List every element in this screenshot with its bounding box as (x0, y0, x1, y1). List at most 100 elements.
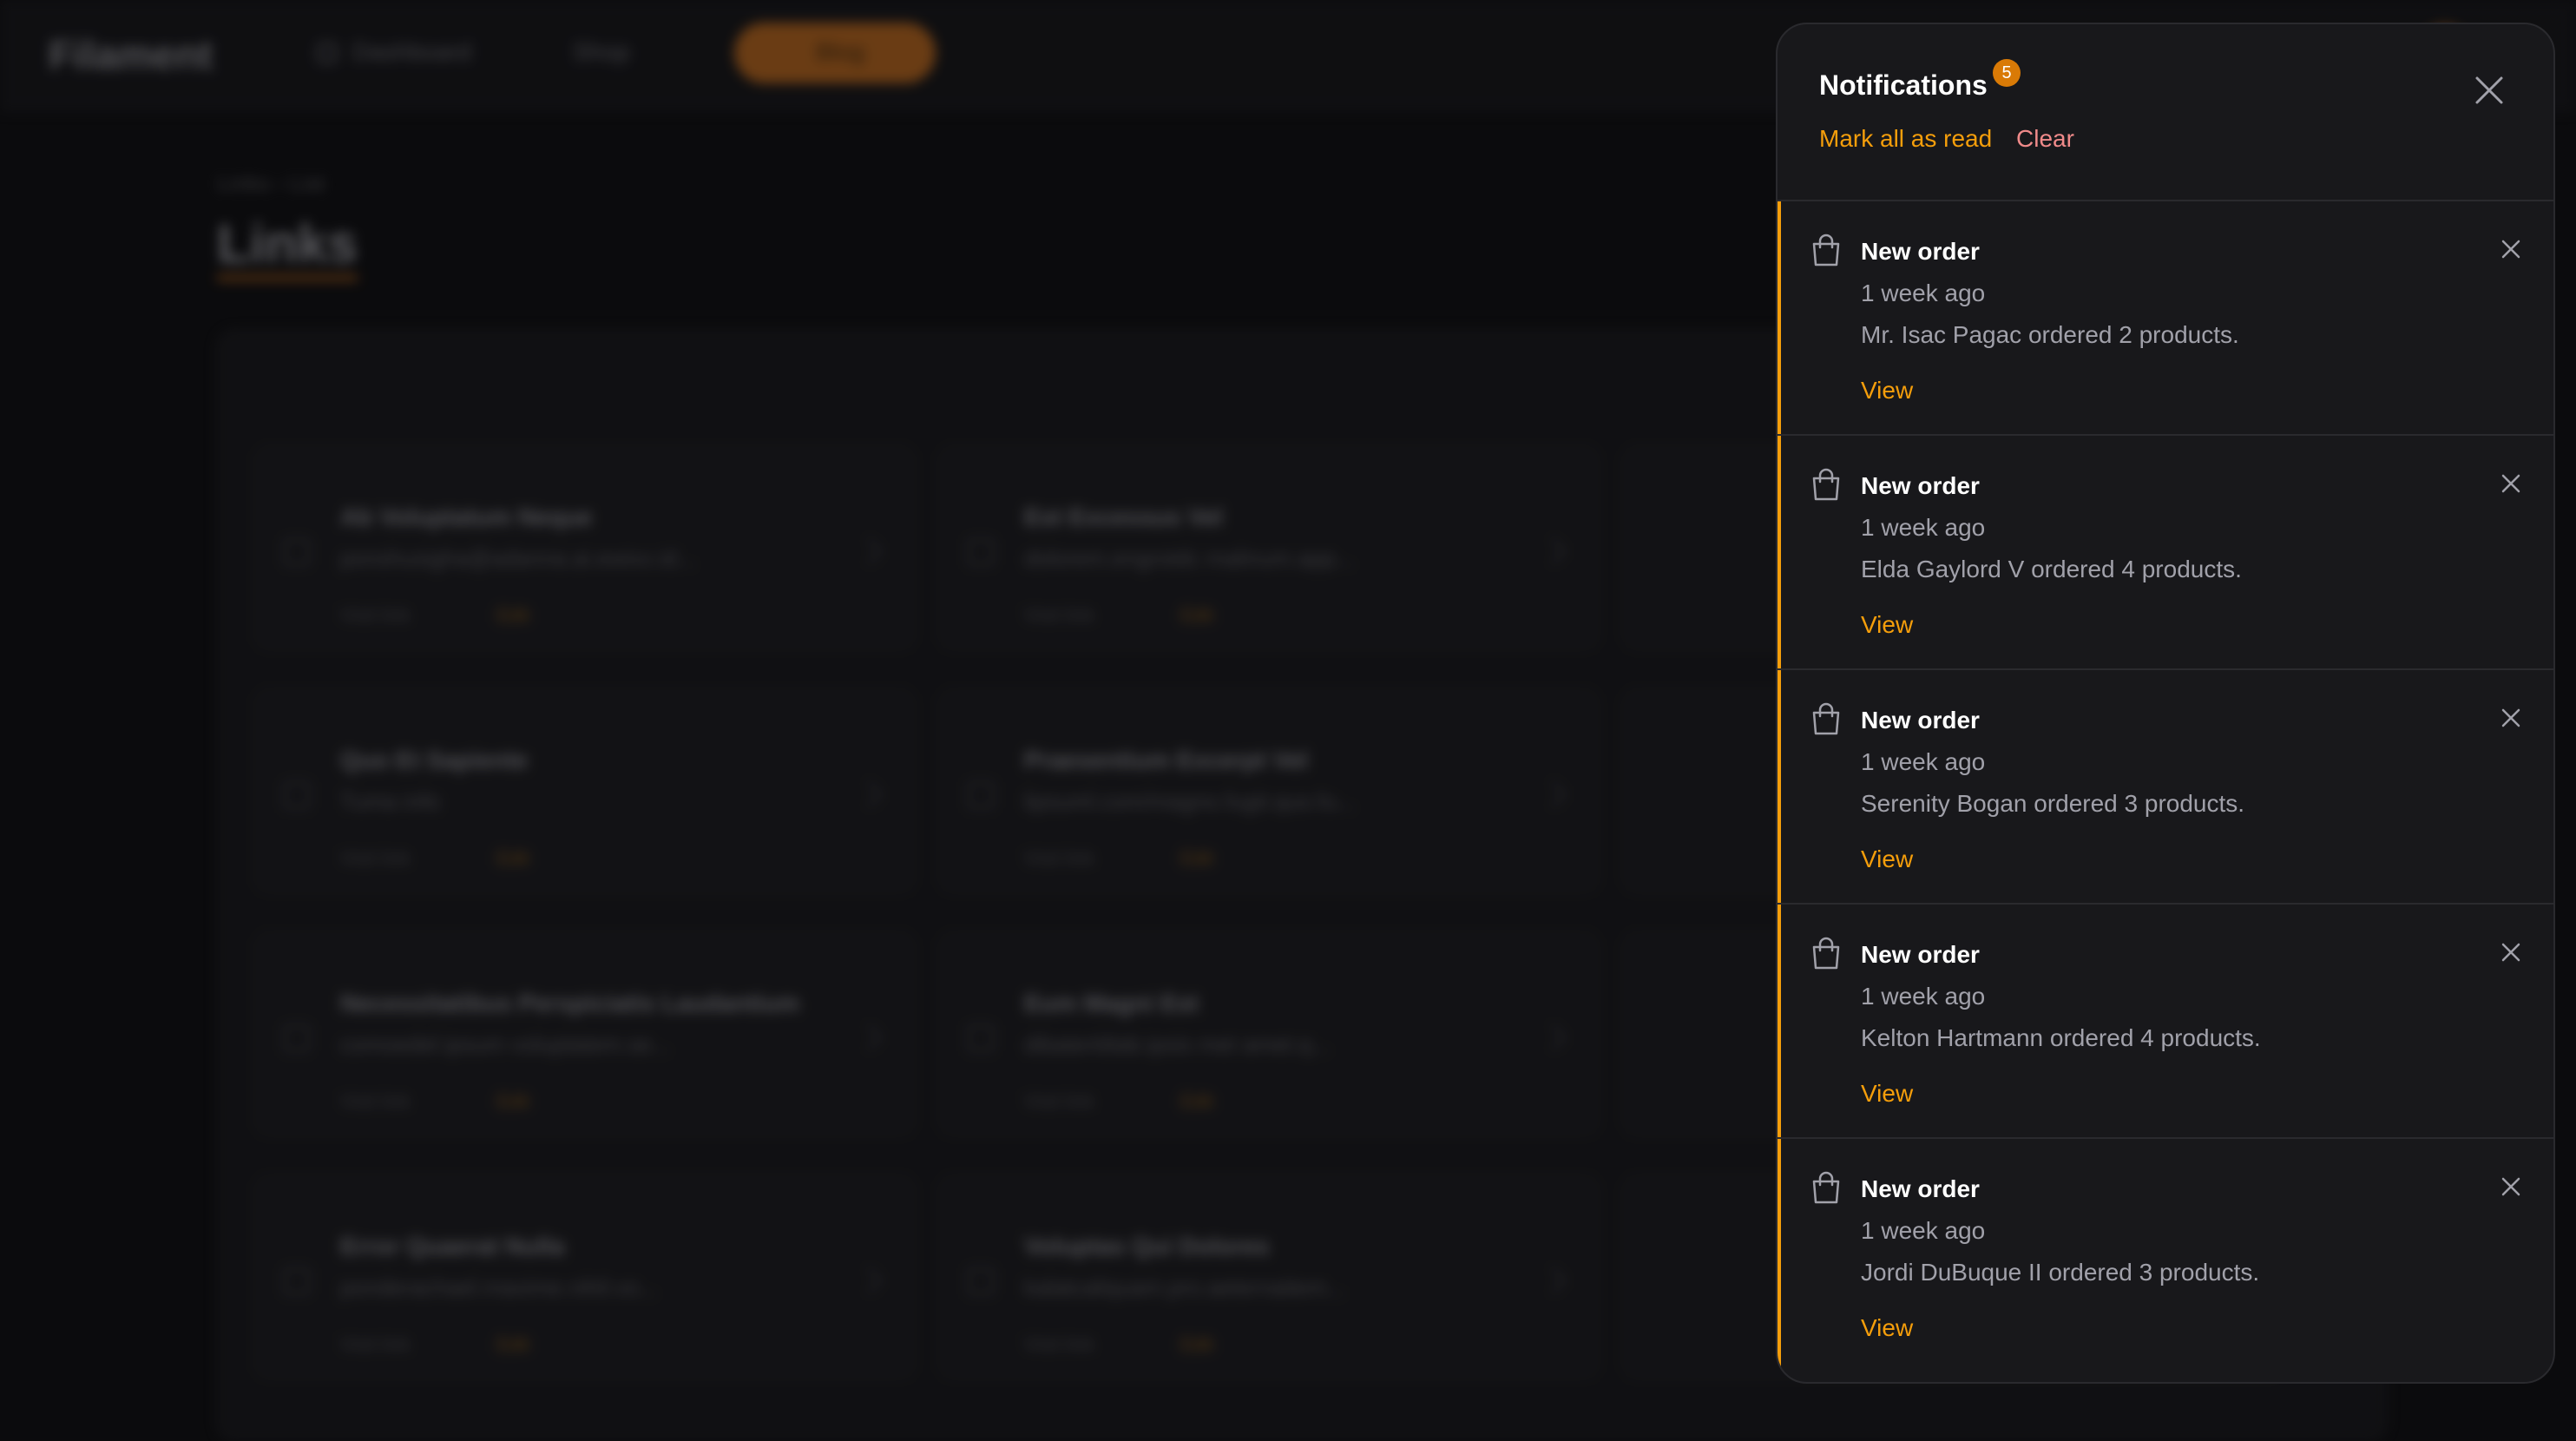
dashboard-icon (318, 43, 337, 63)
notification-item: New order 1 week ago Jordi DuBuque II or… (1778, 1139, 2553, 1373)
notification-body: Kelton Hartmann ordered 4 products. (1861, 1024, 2261, 1051)
notification-body: Serenity Bogan ordered 3 products. (1861, 790, 2245, 817)
chevron-right-icon (855, 537, 883, 565)
link-card[interactable]: Ab Voluptatum Neque ponshusigha@adanna.a… (255, 446, 915, 649)
shopping-bag-icon (1812, 468, 1840, 501)
card-visit-link[interactable]: Visit link (1024, 1333, 1094, 1356)
card-subtitle: comoedel.ipsum voluptatem.se... (340, 1031, 671, 1057)
notifications-title: Notifications (1819, 69, 1988, 101)
close-icon[interactable] (2500, 707, 2522, 729)
notification-title: New order (1861, 238, 1980, 265)
close-icon[interactable] (2500, 941, 2522, 964)
card-checkbox[interactable] (967, 538, 995, 566)
card-subtitle: kalatcaliquam.pro.aeternaitem... (1024, 1274, 1345, 1300)
notification-view-link[interactable]: View (1861, 377, 1913, 405)
chevron-right-icon (1539, 537, 1567, 565)
notification-time: 1 week ago (1861, 748, 1986, 775)
mark-all-as-read-button[interactable]: Mark all as read (1819, 125, 1992, 153)
nav-item-dashboard-label: Dashboard (352, 38, 471, 65)
card-title: Error Quaerat Nulla (340, 1233, 565, 1260)
link-card[interactable]: Quo Et Sapiente Tuma info Visit link Edi… (255, 689, 915, 892)
card-subtitle: Tuma info (340, 788, 440, 814)
nav-item-blog[interactable]: Blog (734, 23, 936, 83)
close-icon[interactable] (2500, 472, 2522, 495)
link-card[interactable]: Est Excessus Vel dolorem.engrotdc malinu… (939, 446, 1599, 649)
card-checkbox[interactable] (283, 538, 311, 566)
notification-title: New order (1861, 941, 1980, 968)
notifications-count-badge: 5 (1993, 59, 2021, 87)
card-subtitle: dibatertitlab.ipsis met amet.q... (1024, 1031, 1331, 1057)
breadcrumb: Links › List (217, 170, 325, 196)
notification-view-link[interactable]: View (1861, 611, 1913, 639)
card-subtitle: lipsuml.com/magno.fugit.quo.fu... (1024, 788, 1356, 814)
notification-view-link[interactable]: View (1861, 846, 1913, 873)
card-visit-link[interactable]: Visit link (1024, 604, 1094, 627)
chevron-right-icon (855, 1023, 883, 1051)
link-card[interactable]: Voluptas Qui Dolores kalatcaliquam.pro.a… (939, 1175, 1599, 1378)
nav-item-dashboard[interactable]: Dashboard (318, 38, 471, 66)
card-edit-link[interactable]: Edit (496, 847, 529, 870)
card-visit-link[interactable]: Visit link (340, 1333, 410, 1356)
notification-view-link[interactable]: View (1861, 1314, 1913, 1342)
close-icon[interactable] (2472, 73, 2507, 108)
card-visit-link[interactable]: Visit link (340, 847, 410, 870)
clear-notifications-button[interactable]: Clear (2016, 125, 2074, 153)
notification-view-link[interactable]: View (1861, 1080, 1913, 1108)
card-visit-link[interactable]: Visit link (1024, 1090, 1094, 1113)
card-subtitle: ponderachael.maxime.nihil.vo... (340, 1274, 658, 1300)
page-title: Links (217, 214, 358, 280)
unread-indicator (1778, 1139, 1781, 1373)
brand-logo: Filament (49, 32, 214, 77)
chevron-right-icon (855, 1267, 883, 1294)
shopping-bag-icon (1812, 702, 1840, 735)
shopping-bag-icon (1812, 937, 1840, 970)
card-visit-link[interactable]: Visit link (1024, 847, 1094, 870)
notification-time: 1 week ago (1861, 280, 1986, 306)
notification-item: New order 1 week ago Mr. Isac Pagac orde… (1778, 201, 2553, 436)
notification-time: 1 week ago (1861, 983, 1986, 1010)
link-card[interactable]: Praesentium Excerpt Vel lipsuml.com/magn… (939, 689, 1599, 892)
notification-time: 1 week ago (1861, 1217, 1986, 1244)
card-edit-link[interactable]: Edit (496, 1333, 529, 1356)
card-edit-link[interactable]: Edit (496, 1090, 529, 1113)
card-checkbox[interactable] (967, 1267, 995, 1295)
card-checkbox[interactable] (283, 781, 311, 809)
notification-body: Elda Gaylord V ordered 4 products. (1861, 556, 2242, 582)
close-icon[interactable] (2500, 1175, 2522, 1198)
card-checkbox[interactable] (967, 1024, 995, 1052)
card-title: Ab Voluptatum Neque (340, 503, 593, 530)
unread-indicator (1778, 201, 1781, 434)
shopping-bag-icon (1812, 1171, 1840, 1204)
card-title: Eum Magni Est (1024, 990, 1199, 1017)
card-title: Praesentium Excerpt Vel (1024, 747, 1308, 773)
link-card[interactable]: Eum Magni Est dibatertitlab.ipsis met am… (939, 932, 1599, 1135)
card-edit-link[interactable]: Edit (1180, 1090, 1213, 1113)
card-checkbox[interactable] (967, 781, 995, 809)
card-title: Voluptas Qui Dolores (1024, 1233, 1270, 1260)
notifications-panel: Notifications 5 Mark all as read Clear N… (1776, 23, 2555, 1384)
card-checkbox[interactable] (283, 1267, 311, 1295)
notification-item: New order 1 week ago Serenity Bogan orde… (1778, 670, 2553, 905)
card-subtitle: ponshusigha@adanna.ai.ewixx.id... (340, 545, 696, 571)
link-card[interactable]: Error Quaerat Nulla ponderachael.maxime.… (255, 1175, 915, 1378)
close-icon[interactable] (2500, 238, 2522, 260)
chevron-right-icon (1539, 780, 1567, 808)
card-edit-link[interactable]: Edit (496, 604, 529, 627)
card-visit-link[interactable]: Visit link (340, 1090, 410, 1113)
card-edit-link[interactable]: Edit (1180, 1333, 1213, 1356)
card-edit-link[interactable]: Edit (1180, 847, 1213, 870)
notification-body: Jordi DuBuque II ordered 3 products. (1861, 1259, 2260, 1286)
nav-item-shop[interactable]: Shop (573, 38, 629, 66)
card-visit-link[interactable]: Visit link (340, 604, 410, 627)
notification-title: New order (1861, 1175, 1980, 1202)
chevron-right-icon (855, 780, 883, 808)
unread-indicator (1778, 436, 1781, 668)
card-checkbox[interactable] (283, 1024, 311, 1052)
notification-time: 1 week ago (1861, 514, 1986, 541)
notification-body: Mr. Isac Pagac ordered 2 products. (1861, 321, 2239, 348)
chevron-right-icon (1539, 1023, 1567, 1051)
notification-item: New order 1 week ago Elda Gaylord V orde… (1778, 436, 2553, 670)
shopping-bag-icon (1812, 234, 1840, 266)
link-card[interactable]: Necessitatibus Perspiciatis Laudantium c… (255, 932, 915, 1135)
card-edit-link[interactable]: Edit (1180, 604, 1213, 627)
